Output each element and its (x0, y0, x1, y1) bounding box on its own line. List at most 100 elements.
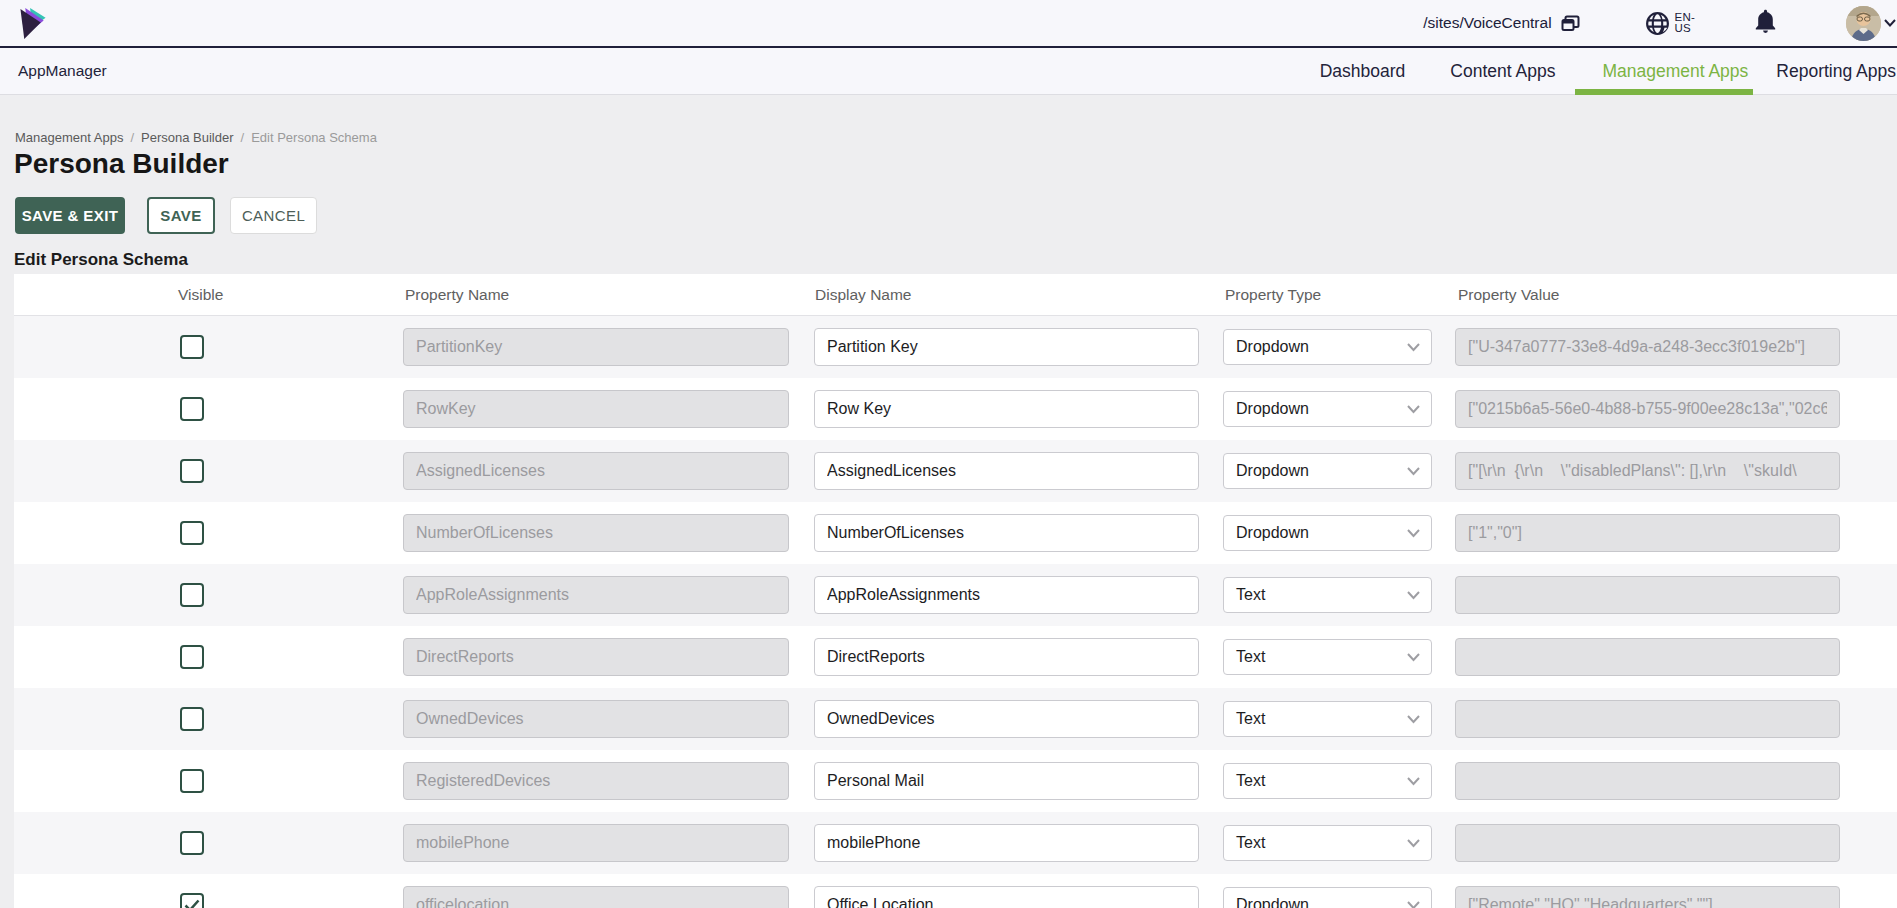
header-visible: Visible (178, 286, 223, 304)
visible-checkbox[interactable] (180, 893, 204, 908)
table-row: Text (14, 564, 1897, 626)
property-type-select[interactable]: Dropdown (1223, 515, 1432, 551)
bell-icon (1755, 9, 1776, 33)
display-name-input[interactable] (814, 452, 1199, 490)
property-value-input (1455, 576, 1840, 614)
property-type-select[interactable]: Dropdown (1223, 329, 1432, 365)
table-row: Dropdown (14, 316, 1897, 378)
section-heading: Edit Persona Schema (14, 250, 1897, 270)
visible-checkbox[interactable] (180, 707, 204, 731)
tab-dashboard[interactable]: Dashboard (1320, 48, 1406, 94)
page-title: Persona Builder (14, 148, 1897, 180)
windows-icon[interactable] (1561, 15, 1580, 32)
save-exit-button[interactable]: SAVE & EXIT (15, 197, 125, 234)
property-value-input (1455, 824, 1840, 862)
save-button[interactable]: SAVE (147, 197, 215, 234)
property-type-select[interactable]: Text (1223, 701, 1432, 737)
table-row: Dropdown (14, 874, 1897, 908)
display-name-input[interactable] (814, 328, 1199, 366)
chevron-down-icon (1406, 342, 1421, 352)
tab-management-apps[interactable]: Management Apps (1602, 48, 1748, 94)
chevron-down-icon (1406, 590, 1421, 600)
property-type-select[interactable]: Text (1223, 763, 1432, 799)
user-menu[interactable] (1846, 6, 1897, 41)
property-value-input (1455, 638, 1840, 676)
chevron-down-icon (1406, 652, 1421, 662)
visible-checkbox[interactable] (180, 459, 204, 483)
chevron-down-icon (1406, 900, 1421, 908)
property-name-input (403, 700, 789, 738)
chevron-down-icon (1883, 18, 1897, 28)
table-row: Text (14, 812, 1897, 874)
notifications-button[interactable] (1755, 9, 1776, 37)
property-value-input (1455, 390, 1840, 428)
visible-checkbox[interactable] (180, 645, 204, 669)
property-name-input (403, 824, 789, 862)
table-header: Visible Property Name Display Name Prope… (14, 274, 1897, 316)
property-value-input (1455, 762, 1840, 800)
tab-content-apps[interactable]: Content Apps (1450, 48, 1555, 94)
globe-icon (1645, 11, 1670, 36)
property-value-input (1455, 886, 1840, 908)
schema-table-body: Dropdown Dropdown (14, 316, 1897, 908)
visible-checkbox[interactable] (180, 397, 204, 421)
header-property-type: Property Type (1225, 286, 1321, 304)
property-name-input (403, 452, 789, 490)
visible-checkbox[interactable] (180, 831, 204, 855)
header-property-value: Property Value (1458, 286, 1559, 304)
property-name-input (403, 762, 789, 800)
avatar (1846, 6, 1881, 41)
language-selector[interactable]: EN-US (1645, 11, 1695, 36)
property-type-select[interactable]: Text (1223, 825, 1432, 861)
brand: AppManager (18, 62, 107, 80)
display-name-input[interactable] (814, 886, 1199, 908)
property-value-input (1455, 452, 1840, 490)
display-name-input[interactable] (814, 390, 1199, 428)
chevron-down-icon (1406, 776, 1421, 786)
visible-checkbox[interactable] (180, 583, 204, 607)
schema-table: Visible Property Name Display Name Prope… (14, 274, 1897, 908)
property-type-select[interactable]: Dropdown (1223, 391, 1432, 427)
property-name-input (403, 514, 789, 552)
property-value-input (1455, 514, 1840, 552)
table-row: Text (14, 688, 1897, 750)
tab-reporting-apps[interactable]: Reporting Apps (1776, 48, 1896, 94)
property-name-input (403, 576, 789, 614)
property-name-input (403, 328, 789, 366)
breadcrumb-persona-builder[interactable]: Persona Builder (141, 130, 234, 145)
check-icon (184, 899, 200, 908)
display-name-input[interactable] (814, 824, 1199, 862)
display-name-input[interactable] (814, 762, 1199, 800)
property-type-select[interactable]: Dropdown (1223, 453, 1432, 489)
breadcrumb-management-apps[interactable]: Management Apps (15, 130, 123, 145)
property-type-select[interactable]: Text (1223, 639, 1432, 675)
breadcrumb-edit-persona-schema: Edit Persona Schema (251, 130, 377, 145)
top-bar: /sites/VoiceCentral EN-US (0, 0, 1897, 48)
visible-checkbox[interactable] (180, 769, 204, 793)
toolbar: SAVE & EXIT SAVE CANCEL (15, 197, 1897, 234)
display-name-input[interactable] (814, 514, 1199, 552)
table-row: Text (14, 626, 1897, 688)
site-path-label: /sites/VoiceCentral (1423, 14, 1551, 32)
table-row: Text (14, 750, 1897, 812)
visible-checkbox[interactable] (180, 335, 204, 359)
chevron-down-icon (1406, 404, 1421, 414)
locale-label: EN-US (1675, 12, 1695, 35)
property-name-input (403, 886, 789, 908)
display-name-input[interactable] (814, 700, 1199, 738)
display-name-input[interactable] (814, 576, 1199, 614)
header-display-name: Display Name (815, 286, 911, 304)
chevron-down-icon (1406, 714, 1421, 724)
property-name-input (403, 390, 789, 428)
visible-checkbox[interactable] (180, 521, 204, 545)
app-logo-icon[interactable] (20, 8, 46, 39)
main-content: Management Apps/Persona Builder/Edit Per… (0, 130, 1897, 908)
site-path[interactable]: /sites/VoiceCentral (1423, 14, 1579, 32)
property-type-select[interactable]: Text (1223, 577, 1432, 613)
nav-bar: AppManager Dashboard Content Apps Manage… (0, 48, 1897, 95)
display-name-input[interactable] (814, 638, 1199, 676)
table-row: Dropdown (14, 440, 1897, 502)
property-type-select[interactable]: Dropdown (1223, 887, 1432, 908)
cancel-button[interactable]: CANCEL (230, 197, 317, 234)
chevron-down-icon (1406, 528, 1421, 538)
